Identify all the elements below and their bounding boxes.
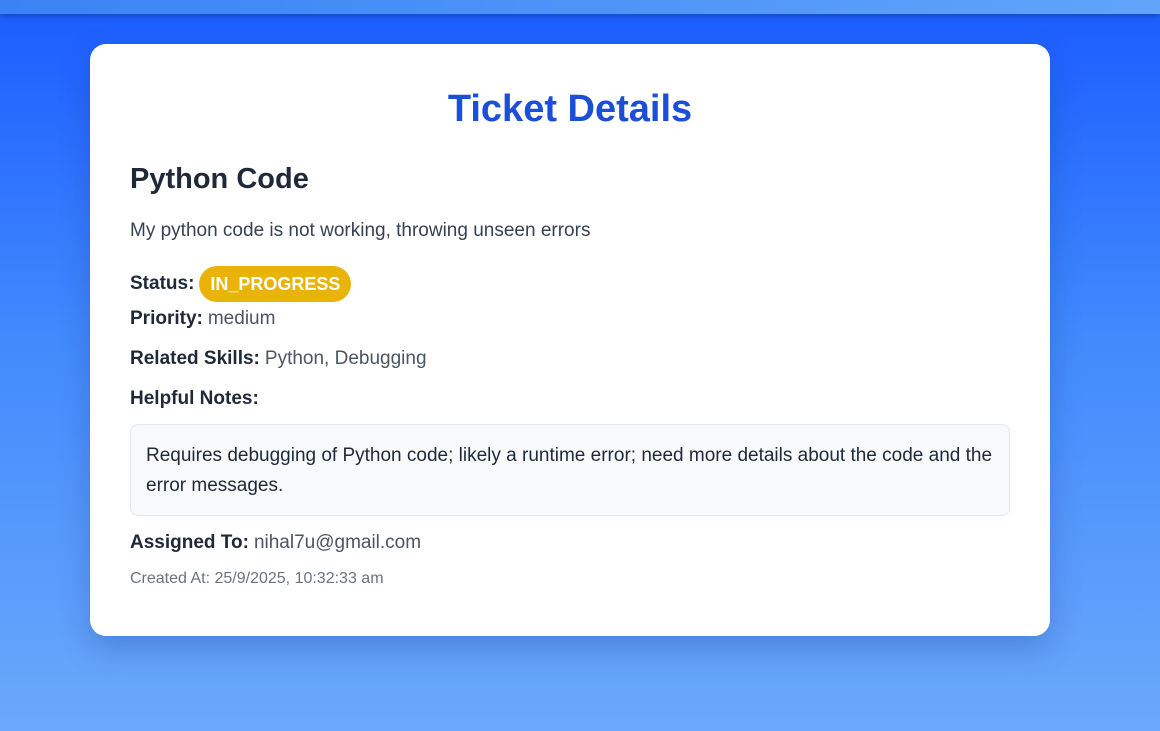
status-field: Status: IN_PROGRESS	[130, 266, 1010, 302]
created-at: Created At: 25/9/2025, 10:32:33 am	[130, 570, 384, 587]
assigned-label: Assigned To:	[130, 532, 249, 553]
notes-label: Helpful Notes:	[130, 388, 259, 409]
notes-box: Requires debugging of Python code; likel…	[130, 424, 1010, 516]
priority-label: Priority:	[130, 308, 203, 329]
priority-field: Priority: medium	[130, 306, 1010, 332]
assigned-field: Assigned To: nihal7u@gmail.com	[130, 530, 1010, 556]
assigned-value: nihal7u@gmail.com	[253, 532, 422, 553]
priority-value: medium	[207, 308, 276, 329]
page-title: Ticket Details	[447, 88, 693, 130]
ticket-title: Python Code	[130, 163, 309, 195]
skills-label: Related Skills:	[130, 348, 260, 369]
top-bar	[0, 0, 1160, 14]
status-badge: IN_PROGRESS	[199, 266, 352, 302]
status-label: Status:	[130, 273, 195, 294]
notes-field: Helpful Notes:	[130, 386, 1010, 412]
ticket-description: My python code is not working, throwing …	[130, 220, 591, 241]
ticket-card: Ticket Details Python Code My python cod…	[90, 44, 1050, 636]
skills-value: Python, Debugging	[264, 348, 427, 369]
skills-field: Related Skills: Python, Debugging	[130, 346, 1010, 372]
